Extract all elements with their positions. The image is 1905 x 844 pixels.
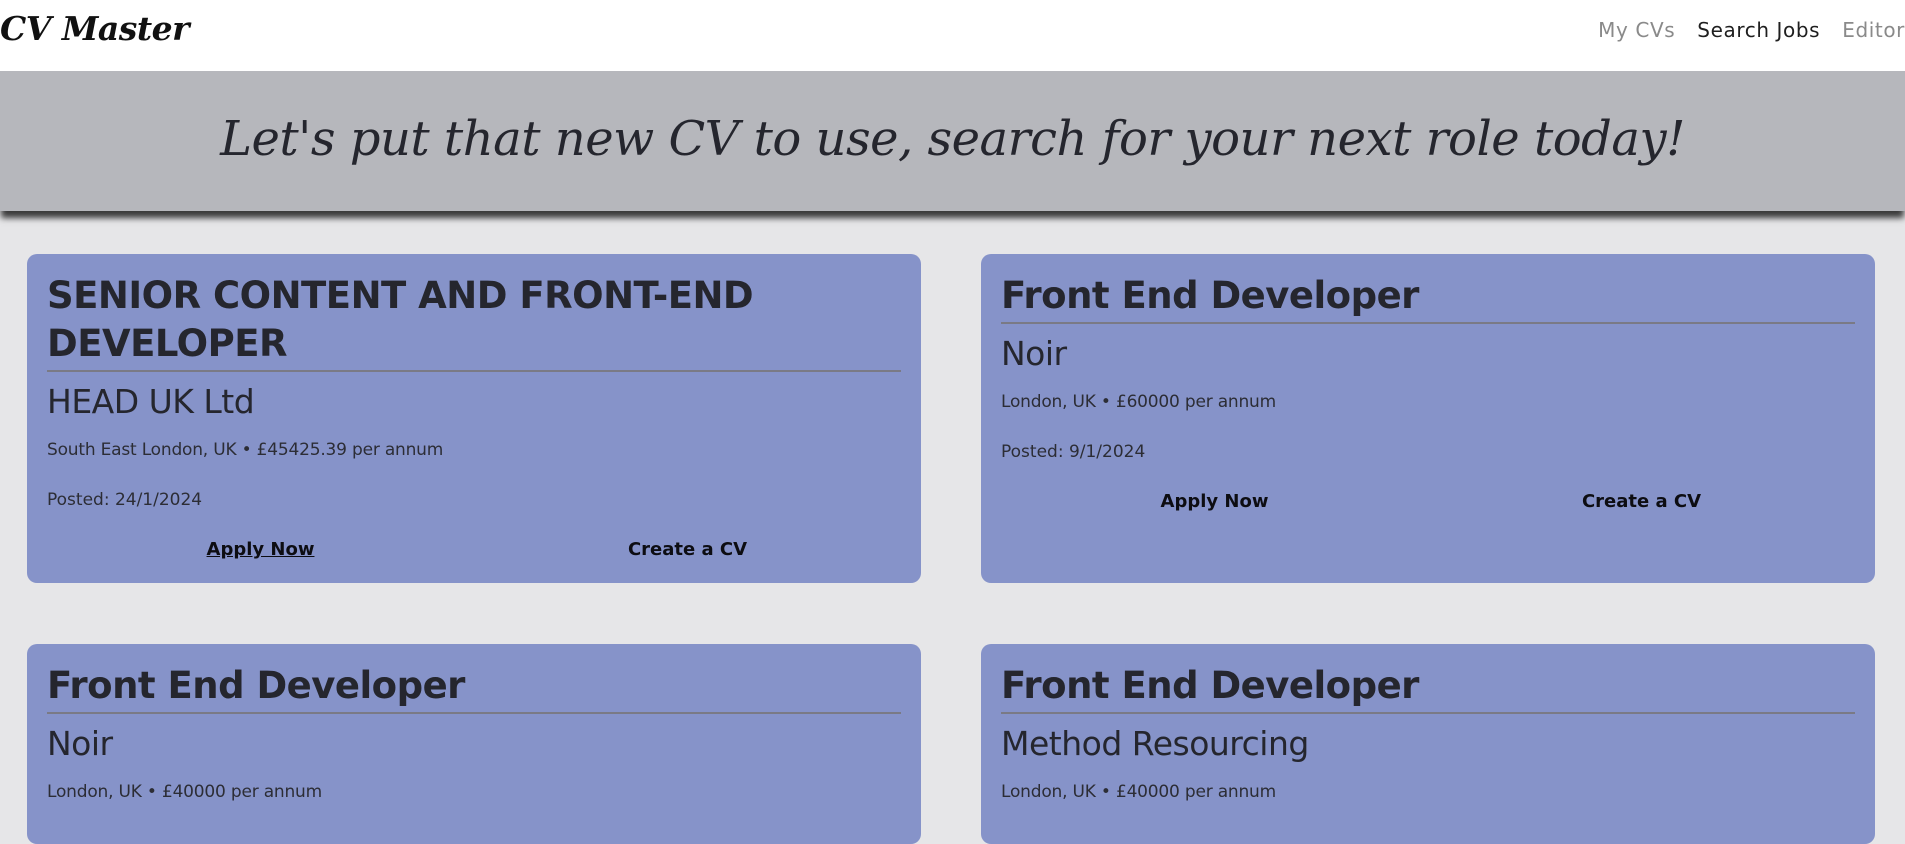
job-title: Front End Developer [1001,272,1855,324]
job-title: Front End Developer [47,662,901,714]
hero-banner: Let's put that new CV to use, search for… [0,71,1905,211]
job-location-salary: London, UK • £40000 per annum [1001,782,1276,802]
apply-now-button[interactable]: Apply Now [47,539,474,560]
navbar: CV Master My CVs Search Jobs Editor [0,0,1905,71]
create-cv-button[interactable]: Create a CV [474,539,901,560]
job-actions: Apply Now Create a CV [1001,491,1855,512]
job-company: Noir [1001,334,1067,373]
job-posted-date: Posted: 9/1/2024 [1001,442,1146,462]
create-cv-button[interactable]: Create a CV [1428,491,1855,512]
job-location-salary: South East London, UK • £45425.39 per an… [47,440,444,460]
job-actions: Apply Now Create a CV [47,539,901,560]
job-location-salary: London, UK • £60000 per annum [1001,392,1276,412]
job-title: Front End Developer [1001,662,1855,714]
job-company: Method Resourcing [1001,724,1309,763]
brand-logo[interactable]: CV Master [0,9,189,48]
job-posted-date: Posted: 24/1/2024 [47,490,203,510]
job-company: HEAD UK Ltd [47,382,255,421]
nav-link-editor[interactable]: Editor [1842,18,1905,42]
job-card: SENIOR CONTENT AND FRONT-END DEVELOPER H… [27,254,921,583]
nav-link-my-cvs[interactable]: My CVs [1598,18,1675,42]
job-card: Front End Developer Method Resourcing Lo… [981,644,1875,844]
job-location-salary: London, UK • £40000 per annum [47,782,322,802]
nav-link-search-jobs[interactable]: Search Jobs [1697,18,1820,42]
job-card: Front End Developer Noir London, UK • £4… [27,644,921,844]
nav-links: My CVs Search Jobs Editor [1598,18,1905,42]
job-card: Front End Developer Noir London, UK • £6… [981,254,1875,583]
job-title: SENIOR CONTENT AND FRONT-END DEVELOPER [47,272,901,372]
apply-now-button[interactable]: Apply Now [1001,491,1428,512]
job-company: Noir [47,724,113,763]
hero-headline: Let's put that new CV to use, search for… [220,111,1685,167]
